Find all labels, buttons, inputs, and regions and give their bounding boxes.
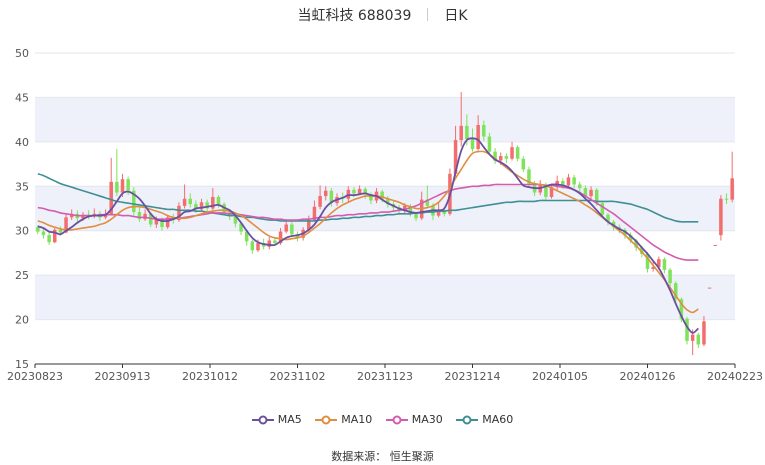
y-tick-label: 50 bbox=[15, 47, 29, 60]
legend-label: MA10 bbox=[341, 413, 373, 426]
ma60-marker-icon bbox=[456, 415, 479, 424]
ma30-marker-icon bbox=[385, 415, 408, 424]
y-tick-label: 40 bbox=[15, 136, 29, 149]
candle-body bbox=[696, 334, 701, 345]
legend-item-ma30[interactable]: MA30 bbox=[385, 413, 443, 426]
candle-body bbox=[318, 196, 322, 207]
x-tick-label: 20240223 bbox=[707, 370, 763, 383]
candle-body bbox=[504, 156, 509, 159]
candle-body bbox=[465, 125, 469, 140]
candle-body bbox=[730, 178, 734, 200]
candle-body bbox=[414, 213, 418, 219]
candle-body bbox=[357, 188, 362, 194]
candle-body bbox=[256, 243, 260, 251]
candlestick-chart: 152025303540455020230823 20230913 20231012… bbox=[7, 47, 763, 383]
legend-label: MA5 bbox=[277, 413, 302, 426]
y-tick-label: 20 bbox=[15, 314, 29, 327]
x-tick-label: 20240126 bbox=[620, 370, 676, 383]
candle-body bbox=[216, 196, 221, 205]
legend-label: MA60 bbox=[482, 413, 514, 426]
x-tick-label: 20231214 bbox=[445, 370, 501, 383]
x-tick-label: 20231123 bbox=[357, 370, 413, 383]
candle-body bbox=[115, 181, 119, 193]
data-source: 数据来源： 恒生聚源 bbox=[331, 450, 434, 463]
candle-body bbox=[600, 203, 605, 215]
candle-body bbox=[126, 179, 130, 191]
grid-band bbox=[35, 97, 735, 142]
candle-body bbox=[482, 124, 486, 137]
candle-body bbox=[713, 244, 717, 246]
y-tick-label: 45 bbox=[15, 91, 29, 104]
candle-body bbox=[724, 198, 729, 200]
y-tick-label: 30 bbox=[15, 225, 29, 238]
y-tick-label: 25 bbox=[15, 269, 29, 282]
candle-body bbox=[41, 231, 46, 236]
candle-body bbox=[58, 229, 63, 233]
grid-band bbox=[35, 186, 735, 231]
candle-body bbox=[578, 184, 582, 189]
y-tick-label: 35 bbox=[15, 180, 29, 193]
candle-body bbox=[188, 198, 192, 205]
candle-body bbox=[662, 259, 667, 270]
candle-body bbox=[250, 241, 255, 251]
ma5-marker-icon bbox=[251, 415, 274, 424]
candle-body bbox=[510, 147, 514, 159]
x-tick-label: 20231012 bbox=[182, 370, 238, 383]
legend-item-ma60[interactable]: MA60 bbox=[456, 413, 513, 426]
candle-body bbox=[498, 156, 503, 161]
legend-item-ma10[interactable]: MA10 bbox=[315, 413, 372, 426]
candle-body bbox=[459, 125, 463, 141]
candle-body bbox=[323, 190, 328, 197]
legend-label: MA30 bbox=[411, 413, 443, 426]
candle-body bbox=[566, 177, 571, 186]
candle-body bbox=[707, 287, 712, 289]
candle-body bbox=[120, 179, 125, 193]
candle-body bbox=[470, 139, 475, 149]
legend: MA5 MA10 MA30 MA60 bbox=[0, 413, 765, 428]
candle-body bbox=[36, 227, 40, 232]
chart-root: 当虹科技 688039 日K 15 20 25 30 35 40 45 50 20230823 20… bbox=[0, 0, 765, 465]
candle-body bbox=[521, 158, 526, 170]
candle-body bbox=[690, 334, 695, 341]
x-tick-label: 20230913 bbox=[95, 370, 151, 383]
candle-body bbox=[290, 224, 294, 235]
candle-body bbox=[273, 240, 277, 244]
candle-body bbox=[47, 235, 51, 243]
candle-body bbox=[668, 269, 672, 284]
ma10-marker-icon bbox=[315, 415, 338, 424]
candle-body bbox=[476, 124, 480, 149]
candle-body bbox=[719, 198, 723, 236]
candle-body bbox=[487, 136, 492, 152]
grid-band bbox=[35, 275, 735, 320]
x-tick-label: 20240105 bbox=[532, 370, 588, 383]
legend-item-ma5[interactable]: MA5 bbox=[251, 413, 302, 426]
x-tick-label: 20230823 bbox=[7, 370, 63, 383]
candle-body bbox=[352, 189, 356, 194]
candle-body bbox=[515, 147, 520, 159]
candle-body bbox=[182, 198, 187, 206]
candle-body bbox=[572, 177, 576, 185]
candle-body bbox=[589, 189, 593, 197]
candle-body bbox=[702, 321, 706, 345]
candle-body bbox=[284, 224, 288, 232]
x-tick-label: 20231102 bbox=[270, 370, 326, 383]
candle-body bbox=[143, 213, 147, 220]
